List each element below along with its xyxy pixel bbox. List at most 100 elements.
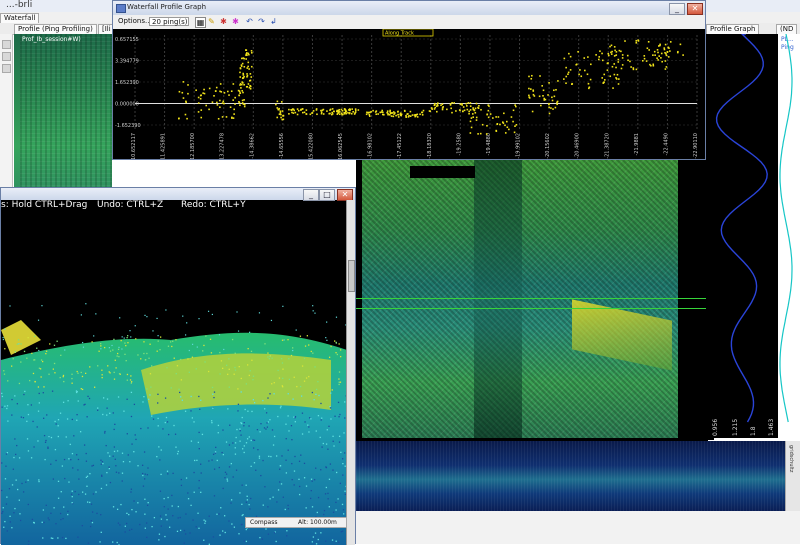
point [145, 359, 146, 360]
strip-scrollbar[interactable]: gridschultz [785, 441, 800, 511]
data-point [200, 109, 202, 111]
data-point [529, 97, 531, 99]
point [171, 346, 172, 347]
undo-icon[interactable]: ↶ [245, 17, 254, 26]
point [55, 460, 56, 461]
point [102, 377, 103, 378]
point [135, 338, 136, 339]
point [342, 463, 343, 464]
waterfall-strip[interactable]: gridschultz [356, 441, 800, 511]
point [280, 465, 281, 466]
waterfall-window-title-bar[interactable]: Waterfall Profile Graph _ ✕ [113, 1, 705, 15]
data-point [387, 110, 389, 112]
data-point [442, 103, 444, 105]
data-point [241, 81, 243, 83]
profile-graph-panel[interactable]: PL... Ping 0.956 1.215 1.8 1.463 [706, 34, 800, 438]
data-point [472, 116, 474, 118]
point [201, 472, 202, 473]
point [110, 482, 111, 483]
data-point [291, 109, 293, 111]
flag-icon[interactable]: ✱ [231, 17, 240, 26]
redo-icon[interactable]: ↷ [257, 17, 266, 26]
point [150, 373, 151, 374]
point [293, 416, 294, 417]
tool-icon[interactable] [2, 52, 11, 61]
pings-select[interactable]: 20 ping(s) [149, 17, 189, 26]
point [222, 530, 223, 531]
point [158, 446, 159, 447]
point [185, 513, 186, 514]
ping-3d-pointcloud-view[interactable] [1, 210, 347, 545]
point [192, 344, 193, 345]
point [315, 394, 316, 395]
plan-view-pointcloud[interactable] [362, 160, 678, 438]
point [106, 472, 107, 473]
data-point [405, 115, 407, 117]
point [269, 358, 270, 359]
point [219, 373, 220, 374]
data-point [419, 113, 421, 115]
point [39, 402, 40, 403]
data-point [620, 51, 622, 53]
tool-icon[interactable] [2, 40, 11, 49]
point [116, 472, 117, 473]
point [91, 465, 92, 466]
point [62, 537, 63, 538]
point [77, 371, 78, 372]
point [156, 318, 157, 319]
data-point [355, 111, 357, 113]
close-button[interactable]: ✕ [687, 3, 703, 15]
data-point [657, 52, 659, 54]
point [21, 416, 22, 417]
tool-icon[interactable] [2, 64, 11, 73]
data-point [472, 109, 474, 111]
point [222, 368, 223, 369]
ping-window-title-bar[interactable]: _ □ ✕ [1, 188, 355, 200]
point [95, 491, 96, 492]
filter-icon[interactable]: ✱ [219, 17, 228, 26]
data-point [375, 111, 377, 113]
point [222, 429, 223, 430]
waterfall-scatter-plot[interactable]: -10.652117-11.425891-12.185700-13.227478… [113, 29, 705, 159]
data-point [349, 112, 351, 114]
point [224, 515, 225, 516]
pencil-icon[interactable]: ✎ [207, 17, 216, 26]
point [57, 537, 58, 538]
options-menu[interactable]: Options... [118, 17, 152, 25]
data-point [291, 112, 293, 114]
data-point [557, 80, 559, 82]
point [107, 398, 108, 399]
minimize-button[interactable]: _ [669, 3, 685, 15]
point [117, 450, 118, 451]
data-point [219, 106, 221, 108]
data-point [611, 51, 613, 53]
point [118, 396, 119, 397]
point [87, 396, 88, 397]
point [137, 354, 138, 355]
data-point [617, 61, 619, 63]
ping-scrollbar[interactable] [346, 200, 355, 545]
point [308, 376, 309, 377]
point [58, 481, 59, 482]
select-tool-icon[interactable]: ▦ [195, 17, 206, 28]
data-point [243, 103, 245, 105]
data-point [336, 110, 338, 112]
point [312, 353, 313, 354]
point [160, 515, 161, 516]
apply-icon[interactable]: ↲ [269, 17, 278, 26]
x-tick-label: -14.38662 [249, 133, 255, 159]
point [78, 494, 79, 495]
point [31, 404, 32, 405]
data-point [341, 114, 343, 116]
point [291, 355, 292, 356]
data-point [587, 73, 589, 75]
point [202, 350, 203, 351]
scroll-thumb[interactable] [348, 260, 355, 292]
point [160, 491, 161, 492]
point [130, 379, 131, 380]
point [1, 490, 2, 491]
point [342, 531, 343, 532]
data-point [321, 111, 323, 113]
point [7, 452, 8, 453]
point [214, 469, 215, 470]
